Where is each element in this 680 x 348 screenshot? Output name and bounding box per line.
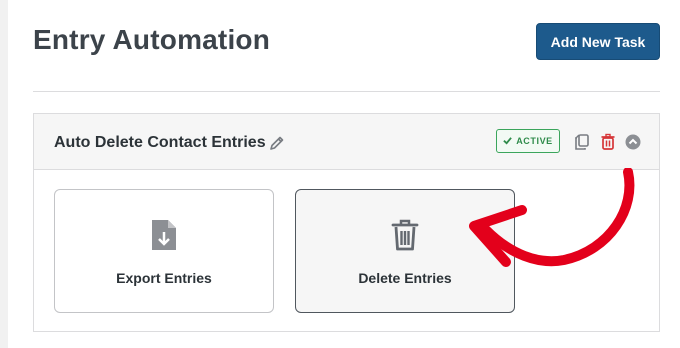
status-badge: ACTIVE [496,129,560,153]
trash-icon [391,218,419,257]
pencil-icon[interactable] [269,135,285,151]
task-name: Auto Delete Contact Entries [54,134,266,151]
task-header: Auto Delete Contact Entries ACTIVE [34,114,659,170]
copy-icon[interactable] [573,133,591,151]
divider [33,91,660,92]
status-badge-label: ACTIVE [516,136,553,146]
trash-icon[interactable] [599,133,617,151]
export-entries-card[interactable]: Export Entries [54,189,274,313]
file-download-icon [150,218,178,257]
export-entries-label: Export Entries [116,270,212,286]
annotation-arrow [469,168,635,267]
chevron-up-icon[interactable] [624,133,642,151]
checkmark-icon [503,136,512,147]
add-new-task-button[interactable]: Add New Task [536,23,660,60]
page-title: Entry Automation [33,24,271,55]
